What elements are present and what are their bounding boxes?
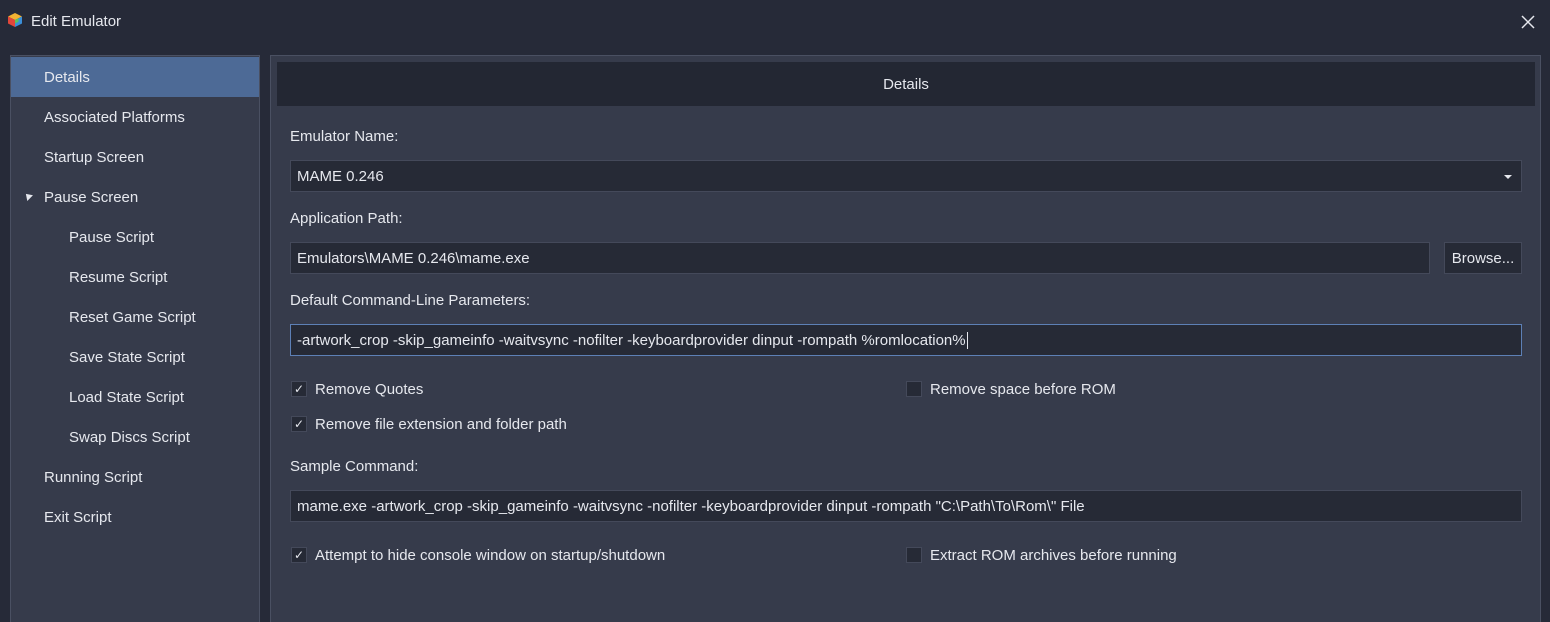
checkbox-check-icon: ✓ [291,381,307,397]
params-value: -artwork_crop -skip_gameinfo -waitvsync … [297,331,966,349]
params-label: Default Command-Line Parameters: [290,292,531,309]
sidebar-item-resume-script[interactable]: Resume Script [11,257,259,297]
sidebar-item-associated-platforms[interactable]: Associated Platforms [11,97,259,137]
sidebar-item-label: Swap Discs Script [69,428,190,446]
params-input[interactable]: -artwork_crop -skip_gameinfo -waitvsync … [290,324,1522,356]
sample-command-label: Sample Command: [290,458,419,475]
sidebar-item-label: Resume Script [69,268,168,286]
sidebar-item-exit-script[interactable]: Exit Script [11,497,259,537]
sidebar-item-label: Pause Script [69,228,155,246]
sidebar-item-label: Pause Screen [44,188,139,206]
sidebar-item-pause-script[interactable]: Pause Script [11,217,259,257]
emulator-name-combobox[interactable]: MAME 0.246 [290,160,1522,192]
sidebar-item-label: Reset Game Script [69,308,196,326]
sidebar-item-label: Associated Platforms [44,108,185,126]
extract-rom-checkbox[interactable]: Extract ROM archives before running [906,545,1177,565]
checkbox-empty-icon [906,547,922,563]
remove-quotes-label: Remove Quotes [315,380,424,398]
application-path-input[interactable]: Emulators\MAME 0.246\mame.exe [290,242,1430,274]
sidebar-item-reset-game-script[interactable]: Reset Game Script [11,297,259,337]
sidebar-item-label: Save State Script [69,348,185,366]
expander-triangle-icon[interactable] [23,191,33,201]
emulator-name-label: Emulator Name: [290,128,399,145]
remove-quotes-checkbox[interactable]: ✓ Remove Quotes [291,379,423,399]
close-button[interactable] [1514,8,1542,36]
application-path-label: Application Path: [290,210,403,227]
emulator-name-value: MAME 0.246 [297,167,384,185]
sidebar-item-pause-screen[interactable]: Pause Screen [11,177,259,217]
remove-extension-label: Remove file extension and folder path [315,415,567,433]
sample-command-value: mame.exe -artwork_crop -skip_gameinfo -w… [297,497,1085,515]
cube-icon [8,13,22,27]
sample-command-field[interactable]: mame.exe -artwork_crop -skip_gameinfo -w… [290,490,1522,522]
sidebar-item-label: Running Script [44,468,143,486]
title-bar: Edit Emulator [0,0,1550,44]
sidebar-item-label: Details [44,68,90,86]
window-title: Edit Emulator [31,13,122,30]
checkbox-empty-icon [906,381,922,397]
remove-space-checkbox[interactable]: Remove space before ROM [906,379,1116,399]
sidebar-item-swap-discs-script[interactable]: Swap Discs Script [11,417,259,457]
chevron-down-icon [1504,175,1512,179]
section-header: Details [277,62,1535,106]
sidebar-item-save-state-script[interactable]: Save State Script [11,337,259,377]
sidebar-item-load-state-script[interactable]: Load State Script [11,377,259,417]
extract-rom-label: Extract ROM archives before running [930,546,1177,564]
sidebar-item-running-script[interactable]: Running Script [11,457,259,497]
checkbox-check-icon: ✓ [291,416,307,432]
sidebar-item-label: Load State Script [69,388,185,406]
remove-extension-checkbox[interactable]: ✓ Remove file extension and folder path [291,414,567,434]
sidebar-item-label: Exit Script [44,508,112,526]
hide-console-checkbox[interactable]: ✓ Attempt to hide console window on star… [291,545,665,565]
close-icon [1521,15,1535,29]
checkbox-check-icon: ✓ [291,547,307,563]
application-path-value: Emulators\MAME 0.246\mame.exe [297,249,530,267]
sidebar-nav: Details Associated Platforms Startup Scr… [10,55,260,622]
sidebar-item-startup-screen[interactable]: Startup Screen [11,137,259,177]
hide-console-label: Attempt to hide console window on startu… [315,546,666,564]
details-panel: Details Emulator Name: MAME 0.246 Applic… [270,55,1541,622]
remove-space-label: Remove space before ROM [930,380,1116,398]
sidebar-item-label: Startup Screen [44,148,145,166]
sidebar-item-details[interactable]: Details [11,57,259,97]
text-caret [966,331,968,349]
browse-button[interactable]: Browse... [1444,242,1522,274]
